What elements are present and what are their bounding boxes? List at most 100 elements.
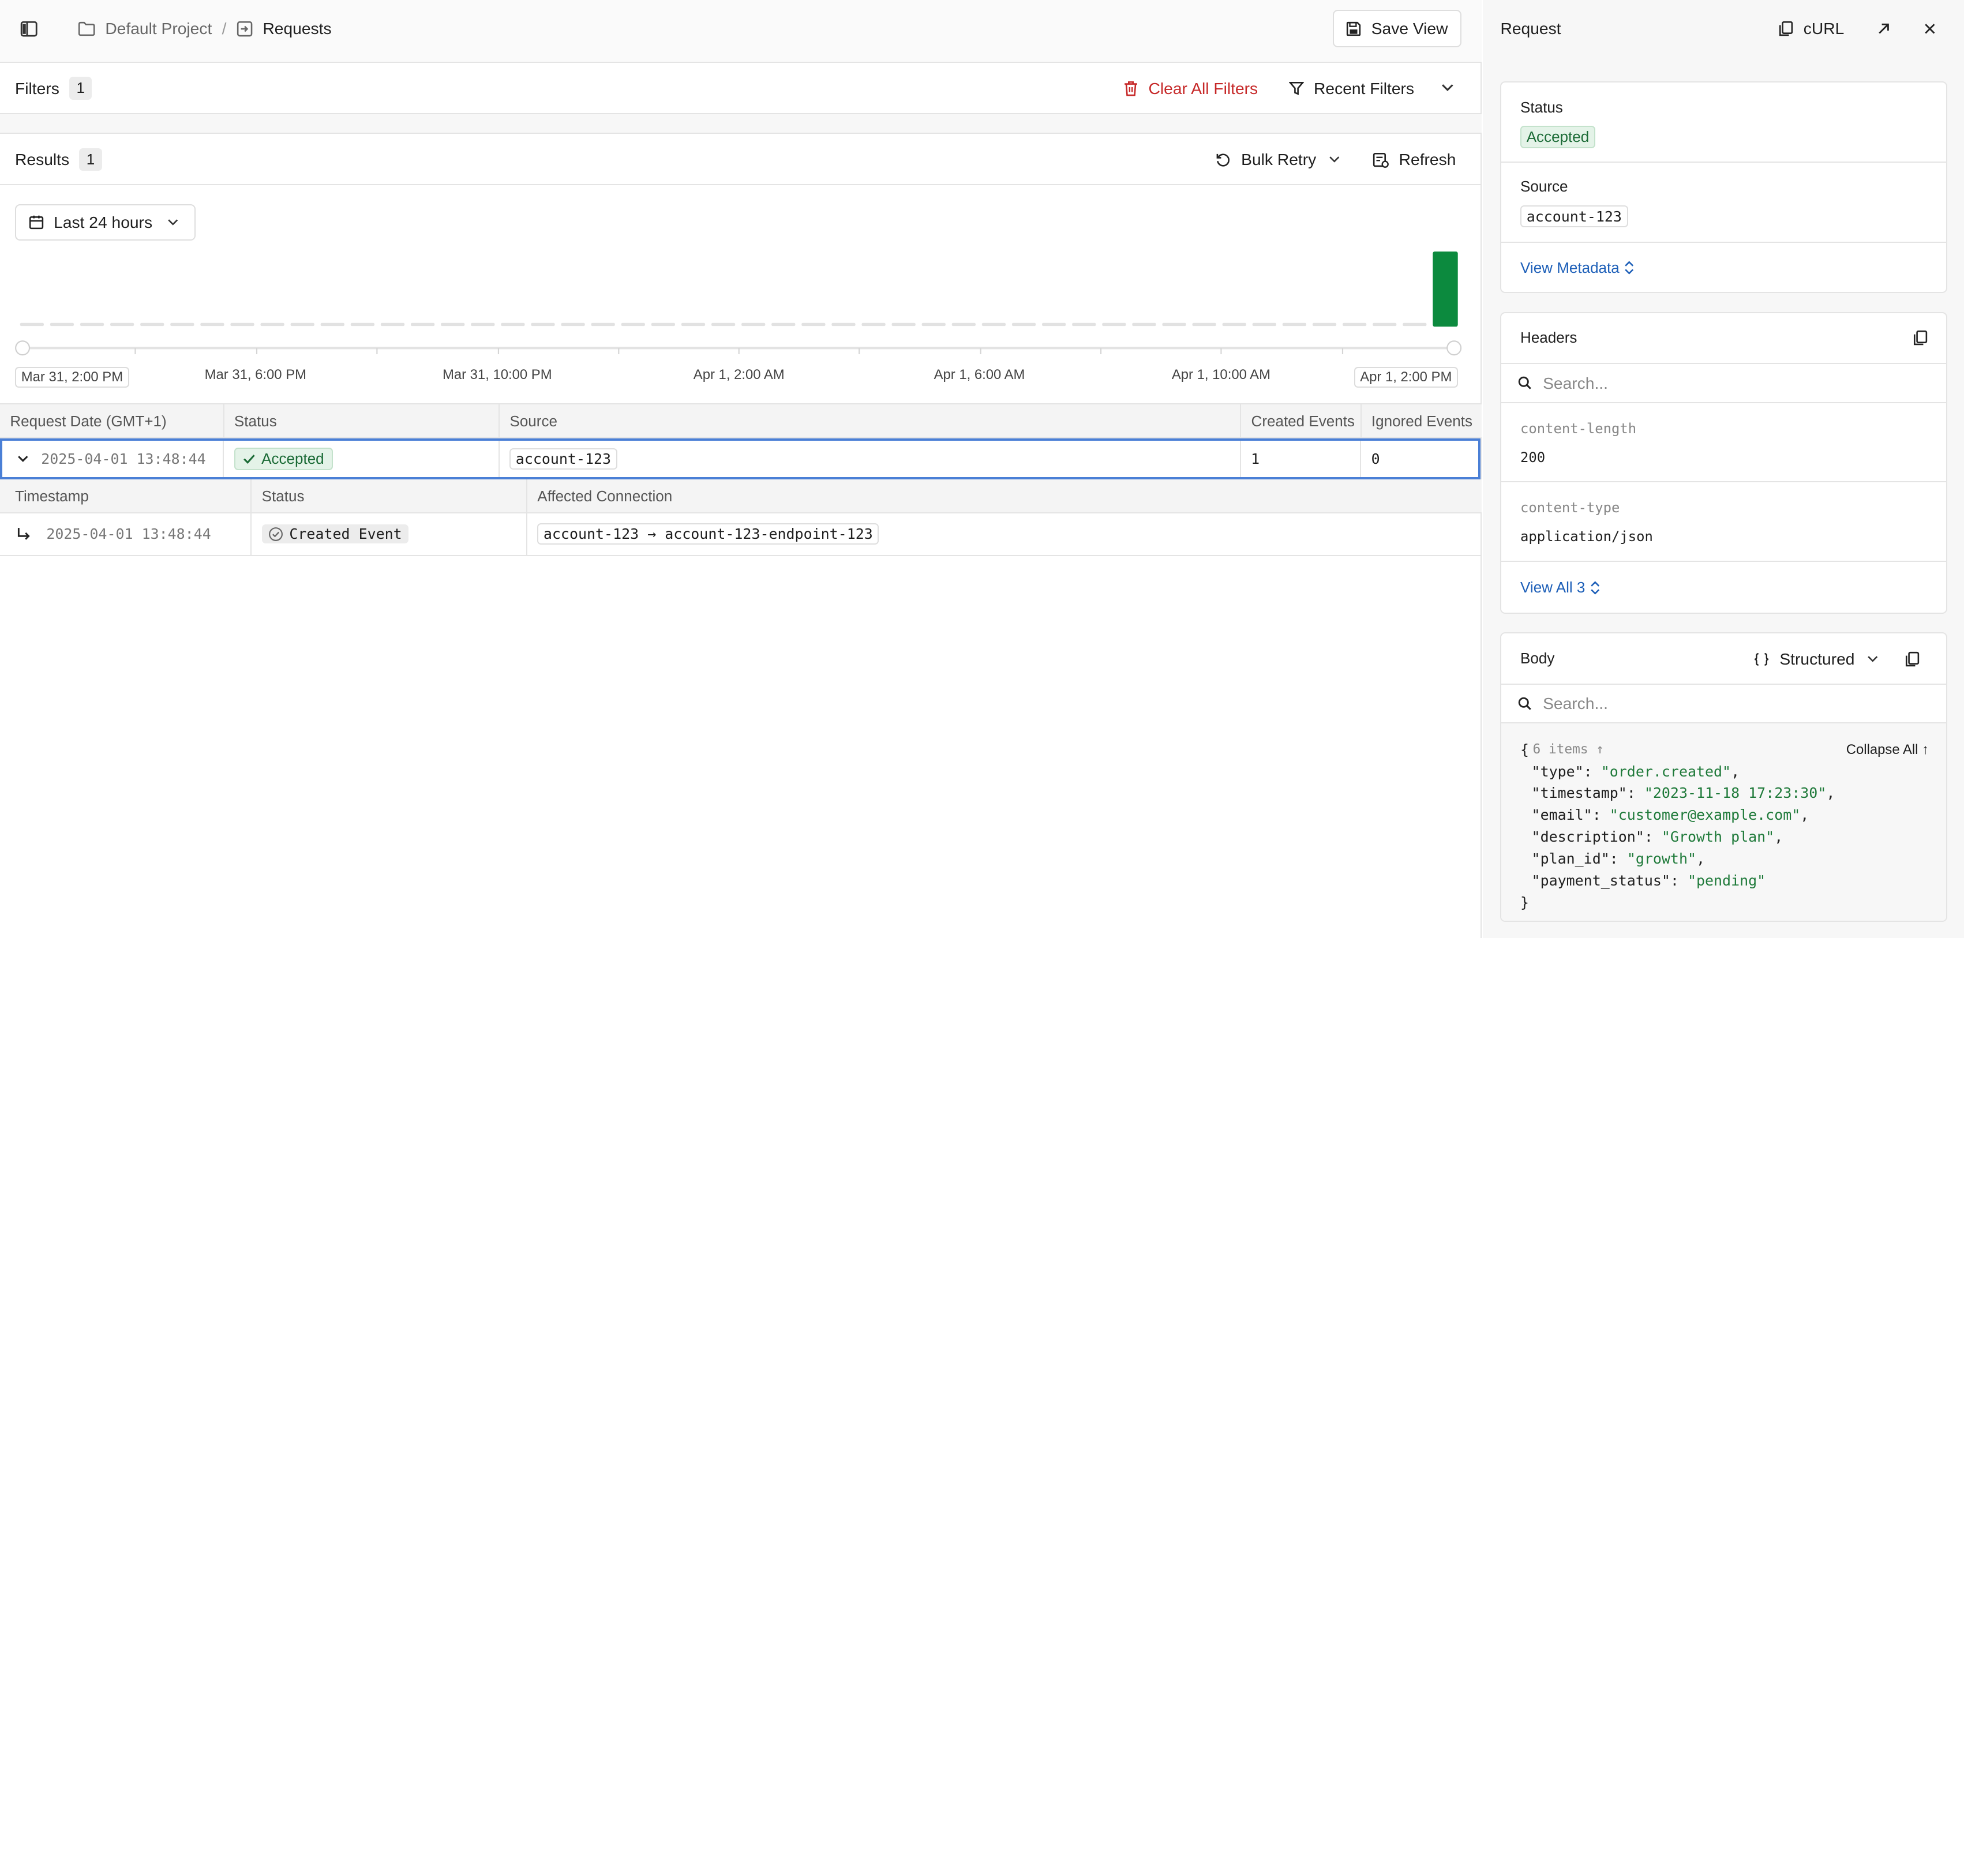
results-bar: Results 1 Bulk Retry Refresh <box>0 134 1482 186</box>
histogram-empty-bucket <box>1342 323 1367 327</box>
curl-label: cURL <box>1803 19 1845 38</box>
view-all-label: View All 3 <box>1520 579 1586 596</box>
breadcrumb-project[interactable]: Default Project <box>105 19 212 38</box>
status-section: Status Accepted <box>1501 82 1947 163</box>
bulk-retry-button[interactable]: Bulk Retry <box>1215 134 1340 185</box>
header-key: content-length <box>1520 421 1637 437</box>
header-item: content-length 200 <box>1501 403 1947 482</box>
histogram-empty-bucket <box>350 323 375 327</box>
histogram-empty-bucket <box>110 323 134 327</box>
recent-filters-button[interactable]: Recent Filters <box>1288 63 1414 114</box>
chevron-down-icon[interactable] <box>17 455 29 463</box>
histogram-empty-bucket <box>1373 323 1397 327</box>
histogram-empty-bucket <box>951 323 976 327</box>
column-ignored-events[interactable]: Ignored Events <box>1362 404 1482 438</box>
headers-search[interactable]: Search... <box>1501 364 1947 403</box>
requests-histogram: Mar 31, 2:00 PM Mar 31, 6:00 PM Mar 31, 10… <box>0 244 1482 394</box>
headers-title-row: Headers <box>1501 313 1947 365</box>
copy-icon[interactable] <box>1913 330 1928 346</box>
column-source[interactable]: Source <box>500 404 1242 438</box>
filters-label-group: Filters 1 <box>15 63 92 114</box>
json-open-brace: { <box>1520 741 1530 758</box>
axis-tick-label: Mar 31, 6:00 PM <box>204 367 306 382</box>
table-row[interactable]: 2025-04-01 13:48:44 Accepted account-123… <box>0 438 1481 480</box>
json-close-brace: } <box>1520 894 1530 911</box>
histogram-empty-bucket <box>501 323 525 327</box>
open-in-new-icon[interactable] <box>1873 19 1894 39</box>
histogram-empty-bucket <box>1192 323 1216 327</box>
results-count-badge: 1 <box>79 148 102 171</box>
source-section: Source account-123 <box>1501 163 1947 243</box>
sidebar-toggle-icon[interactable] <box>17 17 40 40</box>
column-status[interactable]: Status <box>224 404 500 438</box>
json-key: "type" <box>1531 763 1584 780</box>
histogram-empty-bucket <box>1102 323 1126 327</box>
json-key: "email" <box>1531 806 1592 824</box>
collapse-all-button[interactable]: Collapse All ↑ <box>1846 739 1929 761</box>
histogram-empty-bucket <box>741 323 766 327</box>
filters-label[interactable]: Filters <box>15 79 59 98</box>
view-all-headers-link[interactable]: View All 3 <box>1520 579 1600 596</box>
axis-tick-label: Mar 31, 2:00 PM <box>15 367 129 388</box>
json-line: "payment_status": "pending" <box>1532 870 1928 892</box>
cell-event-timestamp: 2025-04-01 13:48:44 <box>0 513 252 555</box>
range-slider-handle[interactable] <box>15 340 31 356</box>
histogram-empty-bucket <box>981 323 1006 327</box>
copy-icon[interactable] <box>1905 651 1920 667</box>
close-icon[interactable] <box>1920 19 1940 39</box>
expand-icon <box>1590 580 1600 595</box>
curl-button[interactable]: cURL <box>1778 0 1844 58</box>
chevron-down-icon <box>167 219 179 226</box>
time-range-select[interactable]: Last 24 hours <box>15 204 196 241</box>
histogram-empty-bucket <box>50 323 74 327</box>
json-key: "plan_id" <box>1531 850 1610 868</box>
event-status-chip: Created Event <box>261 524 408 544</box>
body-title: Body <box>1520 650 1555 667</box>
histogram-empty-bucket <box>140 323 164 327</box>
subdirectory-arrow-icon <box>16 527 31 542</box>
request-summary-card: Status Accepted Source account-123 View … <box>1500 81 1948 293</box>
chevron-down-icon[interactable] <box>1439 79 1456 96</box>
event-row[interactable]: 2025-04-01 13:48:44 Created Event accoun… <box>0 513 1482 556</box>
save-view-button[interactable]: Save View <box>1332 10 1462 48</box>
histogram-empty-bucket <box>170 323 194 327</box>
histogram-empty-bucket <box>410 323 435 327</box>
histogram-empty-bucket <box>1222 323 1246 327</box>
top-bar: Default Project / Requests Save View <box>0 0 1482 63</box>
body-search[interactable]: Search... <box>1501 685 1947 724</box>
json-lines: "type": "order.created", "timestamp": "20… <box>1520 761 1928 892</box>
json-comma: , <box>1731 763 1740 780</box>
body-mode-select[interactable]: Structured <box>1753 633 1879 685</box>
range-slider-handle[interactable] <box>1446 340 1462 356</box>
histogram-empty-bucket <box>1072 323 1096 327</box>
trash-icon <box>1123 80 1138 96</box>
refresh-button[interactable]: Refresh <box>1373 134 1456 185</box>
axis-tick-label: Apr 1, 10:00 AM <box>1171 367 1270 382</box>
expand-icon <box>1624 260 1634 275</box>
histogram-empty-bucket <box>1252 323 1276 327</box>
metadata-section: View Metadata <box>1501 243 1946 292</box>
connection-chip[interactable]: account-123 → account-123-endpoint-123 <box>537 523 879 545</box>
cell-affected-connection: account-123 → account-123-endpoint-123 <box>527 513 1482 555</box>
source-chip[interactable]: account-123 <box>1520 205 1628 227</box>
header-value: 200 <box>1520 449 1546 466</box>
column-request-date[interactable]: Request Date (GMT+1) <box>0 404 224 438</box>
cell-event-status: Created Event <box>252 513 527 555</box>
clear-all-filters-button[interactable]: Clear All Filters <box>1123 63 1258 114</box>
json-value: "customer@example.com" <box>1609 806 1801 824</box>
requests-table-header: Request Date (GMT+1) Status Source Creat… <box>0 403 1482 438</box>
chevron-down-icon <box>1867 655 1879 663</box>
view-metadata-link[interactable]: View Metadata <box>1520 259 1635 277</box>
json-colon: : <box>1592 806 1610 824</box>
json-viewer: { 6 items ↑ Collapse All ↑ "type": "orde… <box>1501 723 1947 921</box>
time-range-label: Last 24 hours <box>54 212 153 231</box>
histogram-bar[interactable] <box>1433 252 1458 327</box>
refresh-list-icon <box>1373 152 1389 168</box>
copy-icon <box>1778 21 1793 37</box>
json-items-count[interactable]: 6 items ↑ <box>1533 739 1604 761</box>
column-created-events[interactable]: Created Events <box>1241 404 1362 438</box>
source-chip: account-123 <box>509 448 617 470</box>
histogram-empty-bucket <box>711 323 736 327</box>
histogram-empty-bucket <box>531 323 555 327</box>
headers-search-placeholder: Search... <box>1543 373 1608 392</box>
